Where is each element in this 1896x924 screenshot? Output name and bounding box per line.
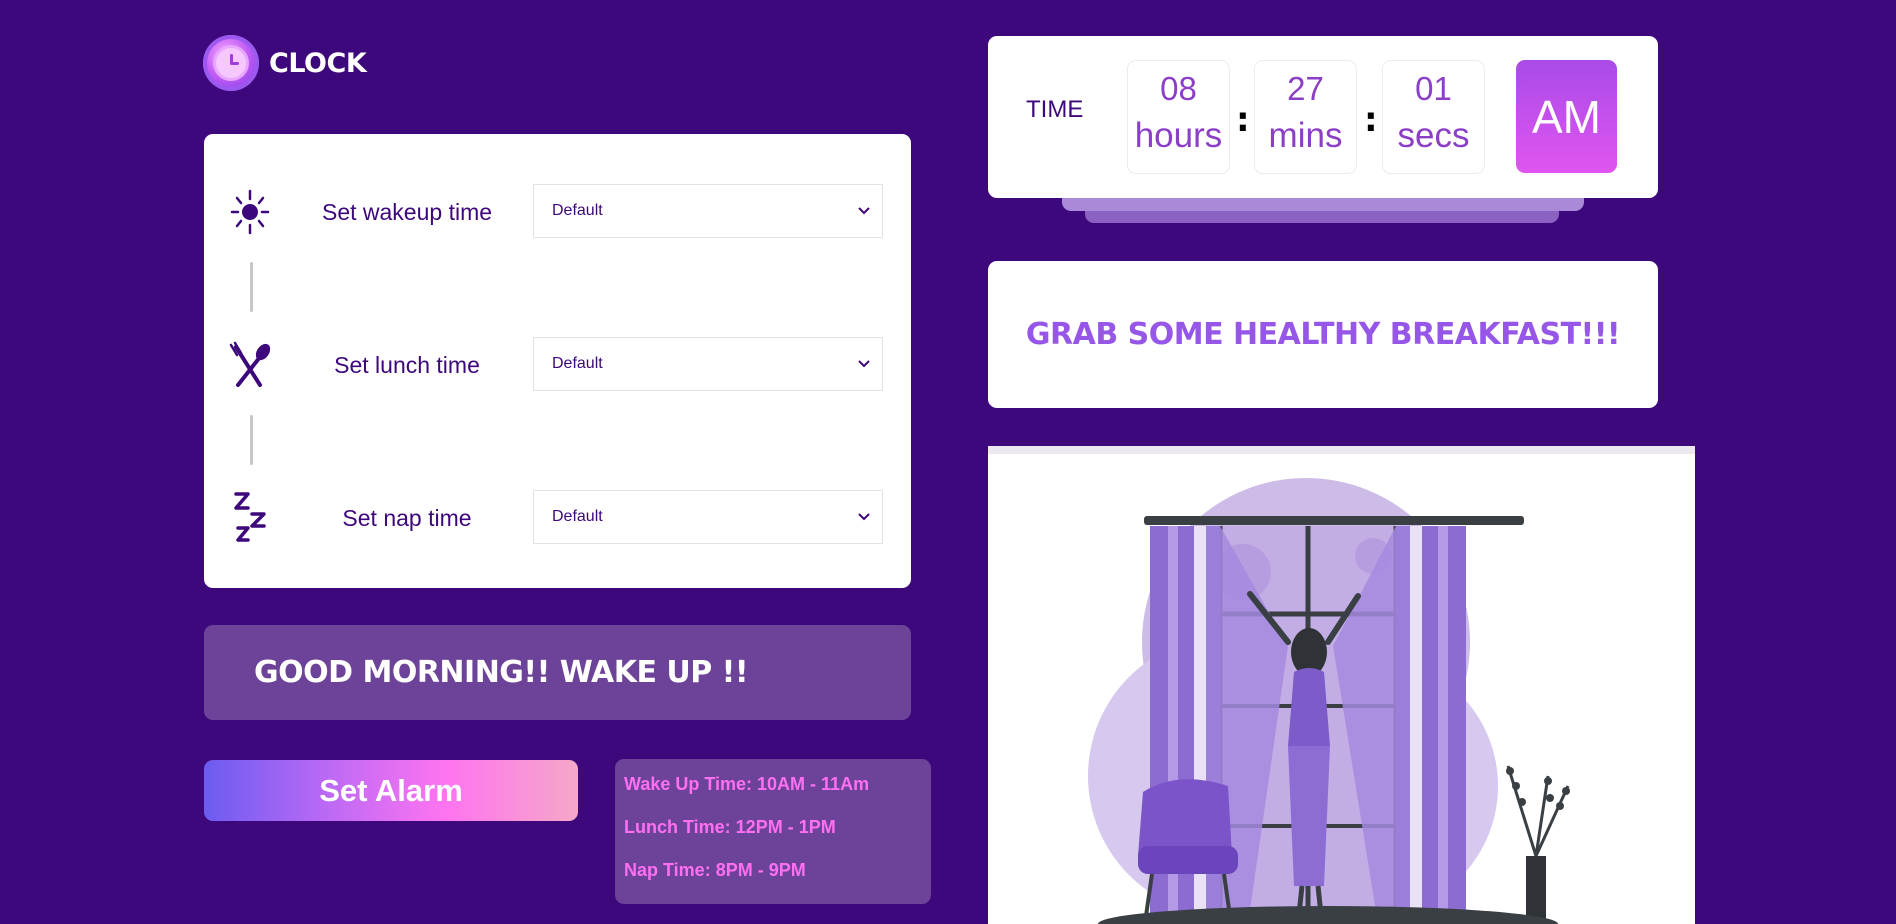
hours-value: 08	[1160, 70, 1197, 107]
app-title: CLOCK	[269, 47, 367, 79]
wakeup-select[interactable]: Default	[533, 184, 883, 238]
secs-unit: secs	[1397, 116, 1470, 155]
nap-label: Set nap time	[342, 505, 472, 531]
wakeup-row: Set wakeup time Default	[204, 184, 911, 240]
secs-box: 01 secs	[1382, 60, 1485, 174]
chevron-down-icon	[858, 360, 870, 368]
wakeup-select-value: Default	[552, 202, 603, 219]
time-separator: :	[1364, 100, 1378, 140]
message-text: GRAB SOME HEALTHY BREAKFAST!!!	[1025, 317, 1621, 352]
period-badge: AM	[1516, 60, 1617, 173]
mins-unit: mins	[1268, 116, 1343, 155]
schedule-lunch: Lunch Time: 12PM - 1PM	[624, 817, 836, 837]
app-logo: CLOCK	[203, 35, 367, 91]
chevron-down-icon	[858, 207, 870, 215]
zzz-icon	[228, 492, 272, 542]
connector-line	[250, 262, 253, 312]
schedule-panel: Wake Up Time: 10AM - 11Am Lunch Time: 12…	[615, 759, 931, 904]
lunch-select[interactable]: Default	[533, 337, 883, 391]
nap-row: Set nap time Default	[204, 490, 911, 546]
greeting-banner: GOOD MORNING!! WAKE UP !!	[204, 625, 911, 720]
nap-select[interactable]: Default	[533, 490, 883, 544]
connector-line	[250, 415, 253, 465]
lunch-select-value: Default	[552, 355, 603, 372]
hours-box: 08 hours	[1127, 60, 1230, 174]
mins-value: 27	[1287, 70, 1324, 107]
chevron-down-icon	[858, 513, 870, 521]
alarm-settings-card: Set wakeup time Default Set lunch time D…	[204, 134, 911, 588]
schedule-wakeup: Wake Up Time: 10AM - 11Am	[624, 774, 870, 794]
time-separator: :	[1236, 100, 1250, 140]
lunch-label: Set lunch time	[334, 352, 480, 378]
fork-spoon-icon	[228, 341, 272, 389]
time-card: TIME 08 hours : 27 mins : 01 secs AM	[988, 36, 1658, 198]
mins-box: 27 mins	[1254, 60, 1357, 174]
message-card: GRAB SOME HEALTHY BREAKFAST!!!	[988, 261, 1658, 408]
hours-unit: hours	[1134, 116, 1223, 155]
nap-select-value: Default	[552, 508, 603, 525]
secs-value: 01	[1415, 70, 1452, 107]
wakeup-label: Set wakeup time	[321, 199, 493, 225]
woman-opening-curtains-illustration	[988, 446, 1695, 924]
sun-icon	[228, 188, 272, 236]
time-label: TIME	[1026, 96, 1084, 123]
schedule-nap: Nap Time: 8PM - 9PM	[624, 860, 806, 880]
set-alarm-button[interactable]: Set Alarm	[204, 760, 578, 821]
lunch-row: Set lunch time Default	[204, 337, 911, 393]
clock-logo-icon	[203, 35, 259, 91]
greeting-text: GOOD MORNING!! WAKE UP !!	[254, 655, 749, 690]
